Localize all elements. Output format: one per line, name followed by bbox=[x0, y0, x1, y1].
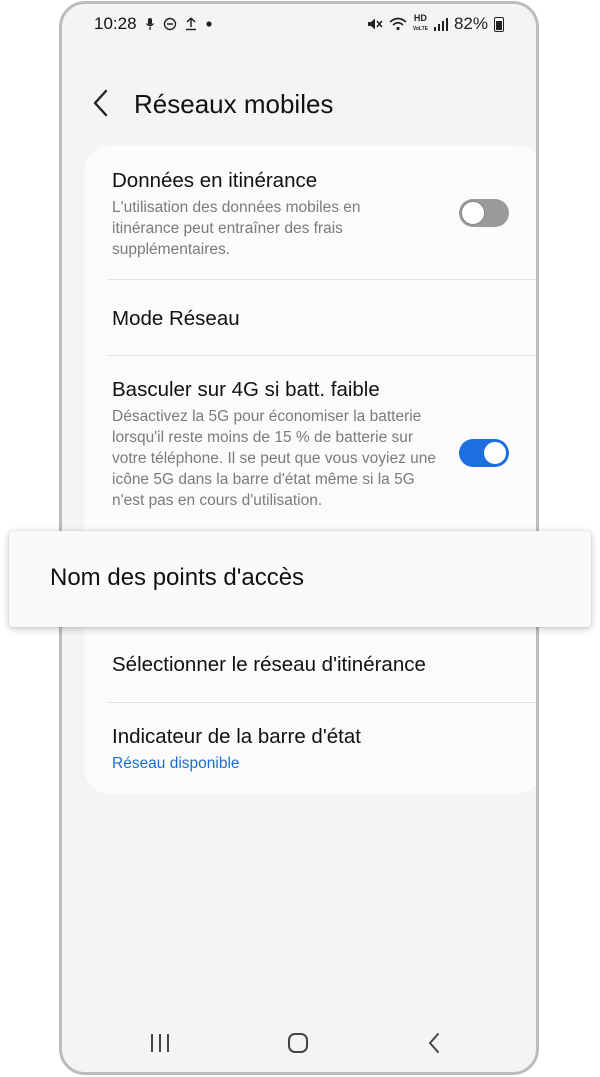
battery-percent: 82% bbox=[453, 14, 488, 33]
mic-icon bbox=[145, 18, 154, 30]
wifi-icon bbox=[389, 17, 407, 31]
signal-icon bbox=[433, 17, 448, 31]
divider bbox=[107, 279, 536, 280]
access-point-names-item[interactable]: Nom des points d'accès bbox=[9, 531, 591, 627]
recent-apps-button[interactable] bbox=[140, 1028, 180, 1058]
page-title: Réseaux mobiles bbox=[134, 89, 334, 119]
select-roaming-network-item[interactable]: Sélectionner le réseau d'itinérance bbox=[112, 653, 512, 677]
status-indicator-value: Réseau disponible bbox=[112, 755, 240, 772]
navigation-bar bbox=[62, 1012, 536, 1072]
hd-volte-indicator: HD VoLTE bbox=[413, 14, 428, 34]
mute-icon bbox=[367, 18, 383, 30]
volte-label: VoLTE bbox=[412, 26, 428, 32]
roaming-data-title: Données en itinérance bbox=[112, 169, 318, 192]
battery-icon bbox=[494, 16, 504, 32]
select-roaming-network-title: Sélectionner le réseau d'itinérance bbox=[112, 653, 426, 676]
status-bar-left: 10:28 bbox=[94, 14, 213, 34]
toggle-knob bbox=[461, 201, 485, 225]
recent-apps-icon bbox=[151, 1034, 169, 1052]
home-button[interactable] bbox=[278, 1028, 318, 1058]
do-not-disturb-icon bbox=[163, 17, 176, 31]
home-icon bbox=[288, 1033, 308, 1053]
back-button[interactable] bbox=[86, 86, 116, 120]
network-mode-item[interactable]: Mode Réseau bbox=[112, 307, 512, 331]
nav-back-icon bbox=[429, 1033, 439, 1053]
switch-4g-title: Basculer sur 4G si batt. faible bbox=[112, 378, 380, 401]
roaming-data-subtitle: L'utilisation des données mobiles en iti… bbox=[112, 199, 361, 258]
notification-dot-icon bbox=[205, 21, 212, 27]
access-point-names-label: Nom des points d'accès bbox=[50, 564, 305, 591]
status-time: 10:28 bbox=[94, 14, 137, 33]
upload-icon bbox=[185, 17, 196, 31]
status-bar: 10:28 HD VoLTE 82% bbox=[62, 4, 536, 44]
back-arrow-icon bbox=[93, 89, 108, 117]
roaming-data-item[interactable]: Données en itinérance L'utilisation des … bbox=[112, 169, 512, 260]
status-indicator-item[interactable]: Indicateur de la barre d'état Réseau dis… bbox=[112, 725, 512, 773]
switch-4g-toggle[interactable] bbox=[459, 439, 509, 467]
status-bar-right: HD VoLTE 82% bbox=[367, 14, 504, 34]
status-indicator-title: Indicateur de la barre d'état bbox=[112, 725, 361, 748]
divider bbox=[107, 355, 536, 356]
roaming-data-toggle[interactable] bbox=[459, 199, 509, 227]
nav-back-button[interactable] bbox=[414, 1028, 454, 1058]
app-header: Réseaux mobiles bbox=[62, 74, 536, 134]
divider bbox=[107, 702, 536, 703]
switch-4g-item[interactable]: Basculer sur 4G si batt. faible Désactiv… bbox=[112, 378, 512, 511]
hd-label: HD bbox=[413, 13, 427, 23]
switch-4g-subtitle: Désactivez la 5G pour économiser la batt… bbox=[112, 408, 436, 509]
settings-card: Données en itinérance L'utilisation des … bbox=[84, 145, 536, 794]
toggle-knob bbox=[483, 441, 507, 465]
network-mode-title: Mode Réseau bbox=[112, 307, 240, 330]
